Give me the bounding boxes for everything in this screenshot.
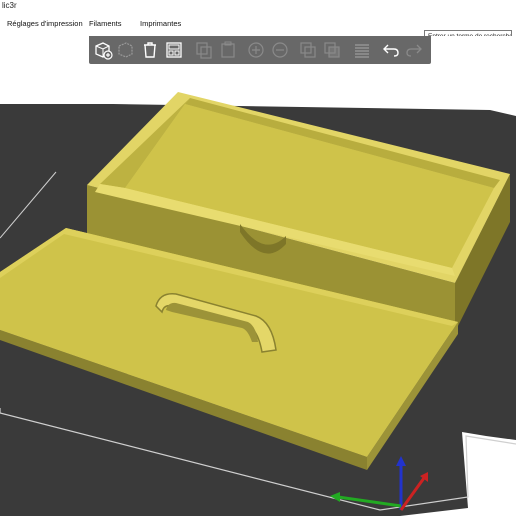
copy-icon [196, 42, 212, 59]
split-parts-icon [324, 42, 340, 58]
split-objects-icon [300, 42, 316, 58]
remove-instance-button[interactable] [270, 40, 290, 60]
undo-button[interactable] [381, 40, 401, 60]
add-instance-button[interactable] [246, 40, 266, 60]
arrange-button[interactable] [164, 40, 184, 60]
delete-icon [118, 42, 133, 58]
remove-instance-icon [272, 42, 288, 58]
scene [0, 92, 516, 516]
layers-editing-icon [355, 44, 369, 58]
add-icon [95, 42, 113, 60]
delete-all-button[interactable] [140, 40, 160, 60]
redo-icon [406, 44, 422, 57]
add-instance-icon [248, 42, 264, 58]
add-button[interactable] [93, 40, 113, 60]
undo-icon [383, 44, 399, 57]
window-title: lic3r [2, 1, 17, 10]
title-bar: lic3r [0, 0, 516, 14]
split-parts-button[interactable] [322, 40, 342, 60]
main-toolbar [89, 36, 431, 64]
paste-button[interactable] [218, 40, 238, 60]
copy-button[interactable] [194, 40, 214, 60]
tab-bar: Réglages d'impression Filaments Impriman… [0, 14, 516, 43]
layers-editing-button[interactable] [352, 40, 372, 60]
arrange-icon [166, 42, 182, 58]
delete-all-icon [144, 42, 156, 58]
paste-icon [221, 41, 235, 58]
delete-button[interactable] [116, 40, 136, 60]
tab-printers[interactable]: Imprimantes [140, 19, 181, 28]
split-objects-button[interactable] [298, 40, 318, 60]
3d-viewport[interactable] [0, 36, 516, 516]
tab-filaments[interactable]: Filaments [89, 19, 122, 28]
tab-print-settings[interactable]: Réglages d'impression [7, 19, 83, 28]
redo-button[interactable] [404, 40, 424, 60]
